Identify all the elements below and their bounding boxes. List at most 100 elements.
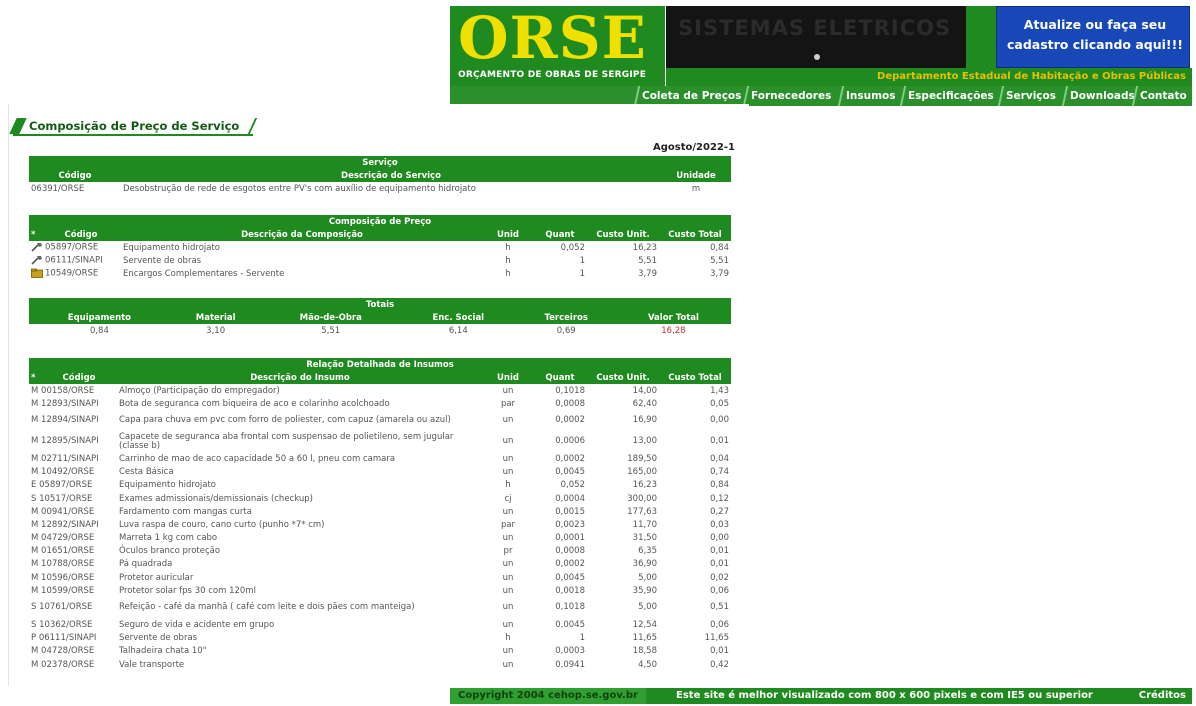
table-row[interactable]: M 00941/ORSE Fardamento com mangas curta u… (29, 505, 731, 518)
column-header: Unidade (661, 169, 731, 182)
supply-code[interactable]: M 10599/ORSE (29, 584, 117, 597)
table-row[interactable]: M 12892/SINAPI Luva raspa de couro, cano … (29, 518, 731, 531)
supply-total-cost: 0,01 (710, 559, 729, 570)
supply-total-cost: 0,05 (710, 398, 729, 409)
composition-code-cell[interactable]: 05897/ORSE (29, 241, 121, 254)
table-row[interactable]: S 10362/ORSE Seguro de vida e acidente em… (29, 618, 731, 631)
table-row[interactable]: 06111/SINAPI Servente de obras h 1 5,51 … (29, 254, 731, 267)
table-row: 0,84 3,10 5,51 6,14 0,69 16,28 (29, 324, 731, 337)
table-row[interactable]: M 12895/SINAPI Capacete de seguranca aba … (29, 431, 731, 452)
column-header: Terceiros (516, 311, 616, 324)
supply-code[interactable]: M 10492/ORSE (29, 466, 117, 479)
composition-unit: h (505, 242, 511, 253)
supply-code[interactable]: M 12892/SINAPI (29, 518, 117, 531)
nav-downloads[interactable]: Downloads (1061, 86, 1141, 106)
supply-quantity: 0,0941 (555, 659, 585, 670)
nav-coleta-de-precos[interactable]: Coleta de Preços (633, 86, 748, 106)
table-row[interactable]: M 10492/ORSE Cesta Básica un 0,0045 165,00 0,… (29, 466, 731, 479)
table-row[interactable]: M 00158/ORSE Almoço (Participação do empr… (29, 384, 731, 397)
composition-description: Encargos Complementares - Servente (123, 268, 285, 279)
supply-code[interactable]: S 10362/ORSE (29, 618, 117, 631)
supply-description: Óculos branco proteção (119, 546, 221, 557)
supply-code[interactable]: M 02711/SINAPI (29, 452, 117, 465)
supply-quantity: 1 (579, 633, 585, 644)
supply-code[interactable]: M 01651/ORSE (29, 545, 117, 558)
table-row[interactable]: M 12894/SINAPI Capa para chuva em pvc com… (29, 410, 731, 431)
supply-code[interactable]: M 12895/SINAPI (29, 431, 117, 452)
composition-code[interactable]: 05897/ORSE (45, 243, 98, 253)
table-row[interactable]: M 02378/ORSE Vale transporte un 0,0941 4,50 0… (29, 658, 731, 671)
nav-servicos[interactable]: Serviços (997, 86, 1063, 106)
supply-code[interactable]: M 04729/ORSE (29, 532, 117, 545)
nav-fornecedores[interactable]: Fornecedores (742, 86, 838, 106)
table-row[interactable]: M 10599/ORSE Protetor solar fps 30 com 12… (29, 584, 731, 597)
supply-code[interactable]: P 06111/SINAPI (29, 632, 117, 645)
composition-unit: h (505, 255, 511, 266)
supply-description: Luva raspa de couro, cano curto (punho *… (119, 519, 325, 530)
column-header: Código (41, 228, 121, 241)
supply-unit: un (502, 585, 514, 596)
supply-code[interactable]: M 00158/ORSE (29, 384, 117, 397)
column-header: Valor Total (615, 311, 731, 324)
table-row[interactable]: 05897/ORSE Equipamento hidrojato h 0,052… (29, 241, 731, 254)
supply-total-cost: 0,01 (710, 436, 729, 447)
supply-code[interactable]: S 10517/ORSE (29, 492, 117, 505)
credits-link[interactable]: Créditos (1139, 688, 1186, 704)
supply-code[interactable]: E 05897/ORSE (29, 479, 117, 492)
composition-code[interactable]: 06111/SINAPI (45, 256, 103, 266)
supply-code[interactable]: S 10761/ORSE (29, 597, 117, 618)
column-header: Material (169, 311, 262, 324)
update-registration-banner[interactable]: Atualize ou faça seu cadastro clicando a… (996, 6, 1190, 68)
column-header: Equipamento (29, 311, 170, 324)
supply-code[interactable]: M 12894/SINAPI (29, 410, 117, 431)
table-row[interactable]: S 10761/ORSE Refeição - café da manhã ( c… (29, 597, 731, 618)
table-row[interactable]: P 06111/SINAPI Servente de obras h 1 11,65 11… (29, 632, 731, 645)
nav-label: Serviços (1006, 90, 1056, 102)
column-header: Descrição do Insumo (117, 371, 483, 384)
table-row[interactable]: M 10788/ORSE Pá quadrada un 0,0002 36,90 0,01 (29, 558, 731, 571)
composition-code-cell[interactable]: 10549/ORSE (29, 267, 121, 280)
supply-unit-cost: 11,70 (632, 519, 657, 530)
composition-code-cell[interactable]: 06111/SINAPI (29, 254, 121, 267)
table-row[interactable]: M 04729/ORSE Marreta 1 kg com cabo un 0,000… (29, 532, 731, 545)
nav-especificacoes[interactable]: Especificações (899, 86, 1000, 106)
logo-text: ORSE (458, 4, 647, 72)
supply-unit-cost: 62,40 (632, 398, 657, 409)
supply-total-cost: 0,00 (710, 415, 729, 426)
supply-code[interactable]: M 02378/ORSE (29, 658, 117, 671)
nav-contato[interactable]: Contato (1131, 86, 1193, 106)
update-registration-text: Atualize ou faça seu cadastro clicando a… (1006, 17, 1184, 52)
supply-quantity: 0,0001 (555, 533, 585, 544)
table-row[interactable]: M 12893/SINAPI Bota de seguranca com biqu… (29, 397, 731, 410)
supply-code[interactable]: M 04728/ORSE (29, 645, 117, 658)
table-row[interactable]: M 01651/ORSE Óculos branco proteção pr 0,00… (29, 545, 731, 558)
column-header: Unid (483, 228, 533, 241)
composition-description: Equipamento hidrojato (123, 242, 221, 253)
supply-code[interactable]: M 00941/ORSE (29, 505, 117, 518)
supply-description: Equipamento hidrojato (119, 480, 217, 491)
table-row[interactable]: M 02711/SINAPI Carrinho de mao de aco cap… (29, 452, 731, 465)
supply-unit: un (502, 602, 514, 613)
logo[interactable]: ORSE ORÇAMENTO DE OBRAS DE SERGIPE (450, 6, 665, 86)
nav-insumos[interactable]: Insumos (837, 86, 902, 106)
folder-icon[interactable] (31, 268, 43, 279)
supply-unit-cost: 36,90 (632, 559, 657, 570)
total-third-party: 0,69 (556, 325, 576, 336)
supply-code[interactable]: M 12893/SINAPI (29, 397, 117, 410)
composition-code[interactable]: 10549/ORSE (45, 269, 98, 279)
ad-banner[interactable]: SISTEMAS ELETRICOS (666, 6, 966, 68)
supply-total-cost: 0,06 (710, 620, 729, 631)
table-row[interactable]: M 10596/ORSE Protetor auricular un 0,0045 5,… (29, 571, 731, 584)
hammer-icon[interactable] (31, 242, 43, 252)
copyright[interactable]: Copyright 2004 cehop.se.gov.br (450, 688, 646, 704)
table-row[interactable]: 10549/ORSE Encargos Complementares - Ser… (29, 267, 731, 280)
supply-unit-cost: 16,90 (632, 415, 657, 426)
department-strip: Departamento Estadual de Habitação e Obr… (666, 68, 1192, 86)
supply-code[interactable]: M 10788/ORSE (29, 558, 117, 571)
supply-code[interactable]: M 10596/ORSE (29, 571, 117, 584)
table-row[interactable]: S 10517/ORSE Exames admissionais/demissio… (29, 492, 731, 505)
section-title: Relação Detalhada de Insumos (29, 358, 731, 371)
table-row[interactable]: M 04728/ORSE Talhadeira chata 10" un 0,0003… (29, 645, 731, 658)
hammer-icon[interactable] (31, 255, 43, 265)
table-row[interactable]: E 05897/ORSE Equipamento hidrojato h 0,052 1… (29, 479, 731, 492)
